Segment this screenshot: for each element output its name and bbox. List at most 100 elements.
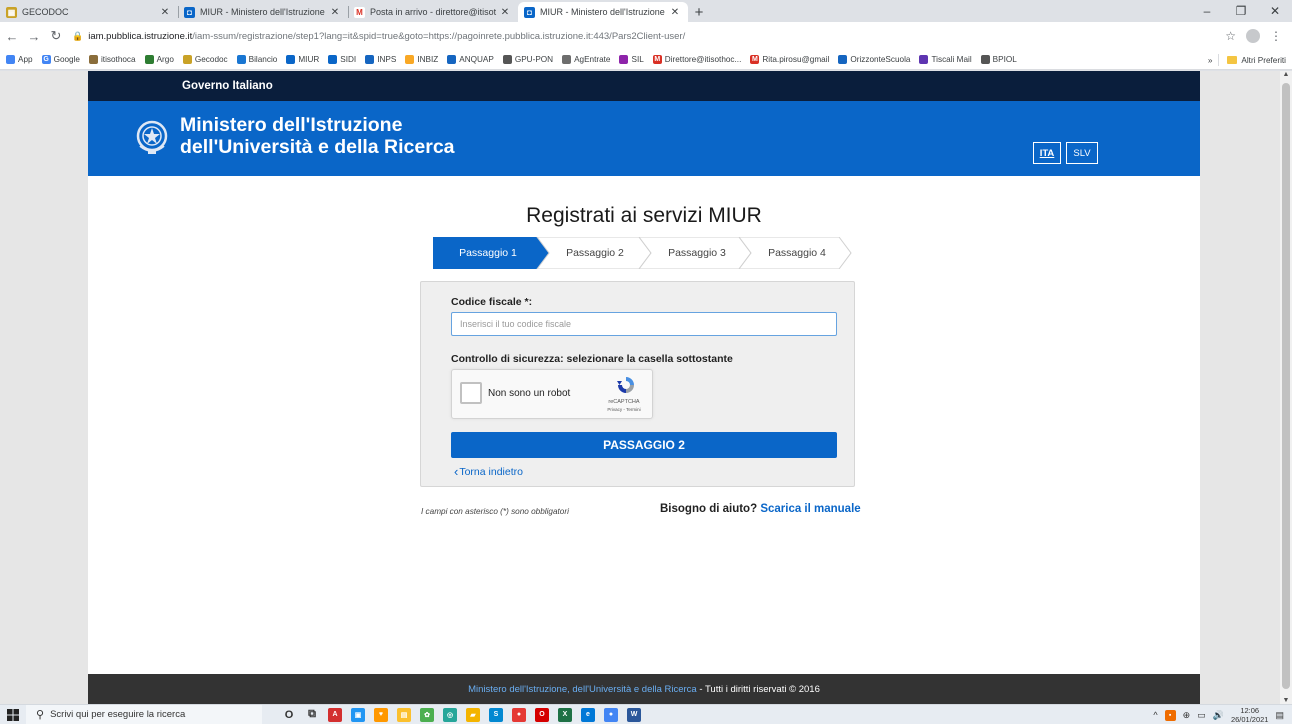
bookmark-label: SIL <box>631 55 644 64</box>
miur-page: Governo Italiano Ministero dell'Istruzio… <box>88 71 1200 704</box>
chrome-icon[interactable]: ● <box>604 707 618 722</box>
new-tab-button[interactable]: + <box>688 2 710 22</box>
bookmark-star-icon[interactable]: ☆ <box>1225 29 1236 43</box>
task-view-icon[interactable]: ⧉ <box>305 708 319 722</box>
skype-icon[interactable]: S <box>489 707 503 722</box>
next-step-button[interactable]: PASSAGGIO 2 <box>451 432 837 458</box>
bookmark-item[interactable]: Tiscali Mail <box>919 55 972 64</box>
language-ita-button[interactable]: ITA <box>1033 142 1061 164</box>
italian-republic-emblem-icon <box>136 120 168 154</box>
word-icon[interactable]: W <box>627 707 641 722</box>
app-icon[interactable]: ◎ <box>443 707 457 722</box>
forward-arrow-icon[interactable]: → <box>24 29 44 44</box>
ministry-name[interactable]: Ministero dell'Istruzione dell'Universit… <box>180 114 455 158</box>
restore-icon[interactable]: ❐ <box>1224 0 1258 22</box>
bookmark-item[interactable]: AgEntrate <box>562 55 610 64</box>
step-1: Passaggio 1 <box>459 247 517 259</box>
chevron-up-icon[interactable]: ^ <box>1153 710 1157 720</box>
scrollbar-thumb[interactable] <box>1282 83 1290 689</box>
close-tab-icon[interactable]: ✕ <box>498 7 512 18</box>
page-title: Registrati ai servizi MIUR <box>526 204 762 227</box>
bookmark-item[interactable]: OrizzonteScuola <box>838 55 910 64</box>
step-4: Passaggio 4 <box>768 247 826 259</box>
bookmark-label: Bilancio <box>248 55 278 64</box>
bookmark-item[interactable]: M Direttore@itisothoc... <box>652 55 741 64</box>
language-slv-button[interactable]: SLV <box>1066 142 1098 164</box>
cortana-icon[interactable]: O <box>282 708 296 722</box>
tray-app-icon[interactable]: ⊕ <box>1183 710 1191 721</box>
taskbar-search[interactable]: ⚲ Scrivi qui per eseguire la ricerca <box>26 704 262 724</box>
browser-tab-miur[interactable]: ◘ MIUR - Ministero dell'Istruzione ✕ <box>178 2 348 22</box>
start-button[interactable] <box>0 708 26 721</box>
chrome-icon[interactable]: ● <box>512 707 526 722</box>
notifications-icon[interactable]: ▤ <box>1275 710 1284 721</box>
close-tab-icon[interactable]: ✕ <box>158 7 172 18</box>
bookmark-label: ANQUAP <box>459 55 494 64</box>
page-scrollbar[interactable]: ▲ ▼ <box>1280 71 1292 704</box>
bookmark-item[interactable]: G Google <box>41 55 80 64</box>
codice-fiscale-input[interactable] <box>451 312 837 336</box>
bookmark-label: Argo <box>156 55 174 64</box>
browser-toolbar: ← → ↻ 🔒 iam.pubblica.istruzione.it/iam-s… <box>0 22 1292 50</box>
close-tab-icon[interactable]: ✕ <box>668 7 682 18</box>
bookmarks-overflow-button[interactable]: » <box>1208 56 1213 65</box>
sticky-notes-icon[interactable]: ▤ <box>397 707 411 722</box>
recaptcha-label: Non sono un robot <box>488 388 571 399</box>
profile-avatar-icon[interactable] <box>1246 29 1260 43</box>
bookmark-item[interactable]: SIL <box>619 55 644 64</box>
close-tab-icon[interactable]: ✕ <box>328 7 342 18</box>
footer-ministry-link[interactable]: Ministero dell'Istruzione, dell'Universi… <box>468 684 697 695</box>
back-arrow-icon[interactable]: ← <box>2 29 22 44</box>
bookmark-item[interactable]: Gecodoc <box>182 55 228 64</box>
bookmark-item[interactable]: itisothoca <box>88 55 136 64</box>
browser-tab-miur-active[interactable]: ◘ MIUR - Ministero dell'Istruzione ✕ <box>518 2 688 22</box>
ministry-name-line2: dell'Università e della Ricerca <box>180 136 455 158</box>
close-window-icon[interactable]: ✕ <box>1258 0 1292 22</box>
scroll-down-icon[interactable]: ▼ <box>1280 697 1292 704</box>
app-icon[interactable]: ▣ <box>351 707 365 722</box>
volume-icon[interactable]: 🔊 <box>1213 710 1224 721</box>
back-link-label: Torna indietro <box>459 466 523 478</box>
download-manual-link[interactable]: Scarica il manuale <box>760 503 860 515</box>
bookmark-item[interactable]: App <box>6 55 33 64</box>
browser-menu-icon[interactable]: ⋮ <box>1270 29 1282 43</box>
bookmark-favicon-icon <box>447 55 457 64</box>
bookmark-item[interactable]: Argo <box>144 55 174 64</box>
bookmark-item[interactable]: GPU-PON <box>502 55 553 64</box>
bookmark-label: Google <box>53 55 80 64</box>
bookmark-item[interactable]: ANQUAP <box>447 55 494 64</box>
opera-icon[interactable]: O <box>535 707 549 722</box>
network-icon[interactable]: ▭ <box>1197 710 1206 721</box>
bookmark-item[interactable]: INBIZ <box>405 55 438 64</box>
other-bookmarks-folder[interactable]: Altri Preferiti <box>1241 56 1286 65</box>
minimize-icon[interactable]: – <box>1190 0 1224 22</box>
excel-icon[interactable]: X <box>558 707 572 722</box>
address-bar[interactable]: 🔒 iam.pubblica.istruzione.it/iam-ssum/re… <box>72 25 1225 47</box>
codice-fiscale-label: Codice fiscale *: <box>451 296 533 308</box>
tray-app-icon[interactable]: ▪ <box>1164 709 1176 721</box>
edge-icon[interactable]: e <box>581 707 595 722</box>
bookmark-item[interactable]: INPS <box>365 55 396 64</box>
bookmark-item[interactable]: BPIOL <box>980 55 1017 64</box>
folder-icon <box>1227 56 1238 64</box>
browser-tab-gmail[interactable]: M Posta in arrivo - direttore@itisot ✕ <box>348 2 518 22</box>
gov-label[interactable]: Governo Italiano <box>182 80 273 92</box>
back-link[interactable]: ‹ Torna indietro <box>454 465 523 478</box>
reload-icon[interactable]: ↻ <box>46 28 66 44</box>
bookmark-label: App <box>18 55 33 64</box>
recaptcha-terms-link[interactable]: Privacy - Termini <box>596 407 652 412</box>
app-icon[interactable]: ♥ <box>374 707 388 722</box>
bookmark-item[interactable]: MIUR <box>286 55 319 64</box>
system-clock[interactable]: 12:06 26/01/2021 <box>1231 706 1269 724</box>
app-icon[interactable]: ✿ <box>420 707 434 722</box>
acrobat-icon[interactable]: A <box>328 707 342 722</box>
file-explorer-icon[interactable]: ▰ <box>466 707 480 722</box>
scroll-up-icon[interactable]: ▲ <box>1280 71 1292 78</box>
bookmark-label: Tiscali Mail <box>931 55 972 64</box>
browser-tab-gecodoc[interactable]: ▦ GECODOC ✕ <box>0 2 178 22</box>
bookmark-item[interactable]: SIDI <box>328 55 356 64</box>
bookmark-item[interactable]: Bilancio <box>236 55 278 64</box>
bookmark-item[interactable]: M Rita.pirosu@gmail <box>750 55 829 64</box>
bookmark-label: Rita.pirosu@gmail <box>762 55 830 64</box>
recaptcha-checkbox[interactable] <box>460 382 482 404</box>
